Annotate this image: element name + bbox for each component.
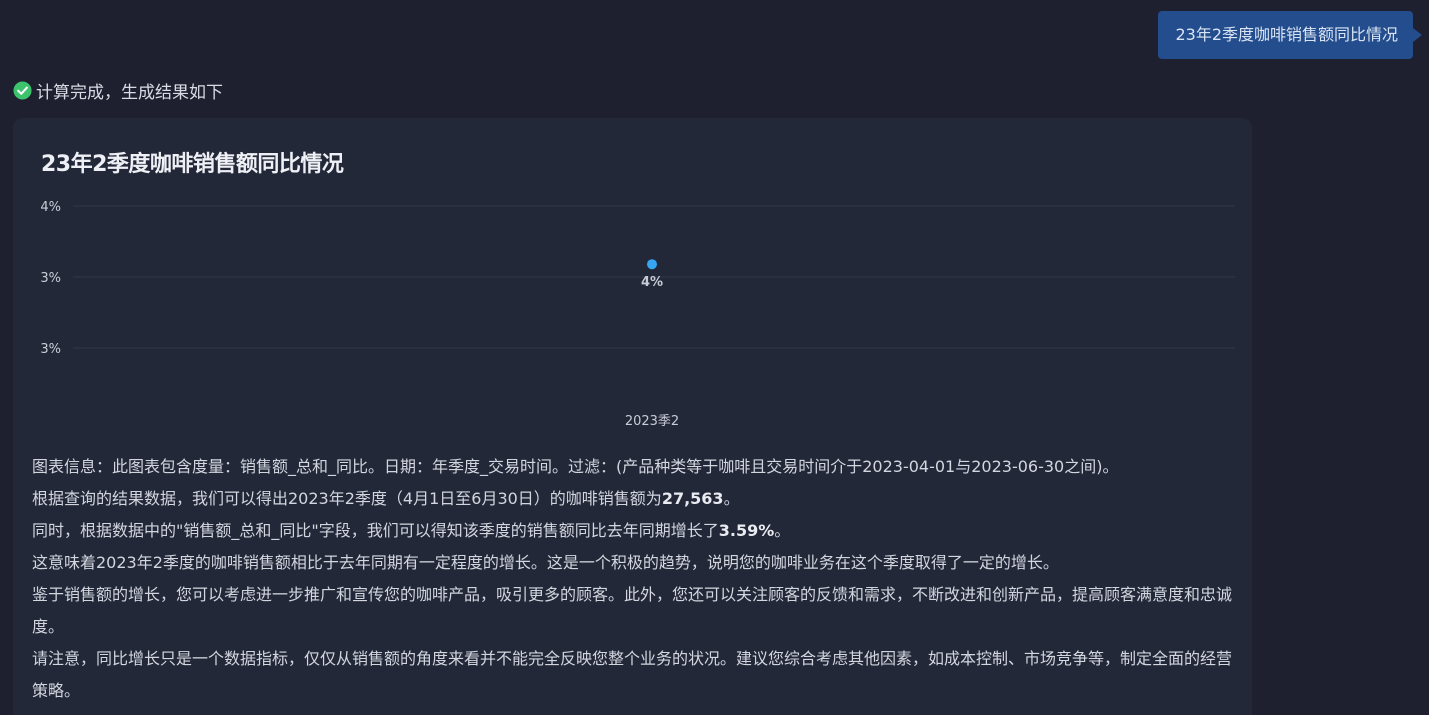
yoy-growth-value: 3.59% (718, 521, 775, 540)
sales-total-value: 27,563 (661, 489, 724, 508)
summary-suggestion: 鉴于销售额的增长，您可以考虑进一步推广和宣传您的咖啡产品，吸引更多的顾客。此外，… (32, 585, 1233, 636)
user-message-bubble: 23年2季度咖啡销售额同比情况 (1158, 11, 1422, 59)
x-tick-label: 2023季2 (625, 414, 679, 429)
result-card: 23年2季度咖啡销售额同比情况 3% 3% 4% 2023季2 4% 图表信息：此图表包… (13, 118, 1252, 715)
y-tick-label: 3% (40, 271, 61, 286)
chat-page: 23年2季度咖啡销售额同比情况 计算完成，生成结果如下 23年2季度咖啡销售额同… (0, 0, 1429, 715)
chart: 3% 3% 4% 2023季2 4% (40, 200, 1235, 429)
data-label: 4% (641, 275, 663, 290)
summary-chart-info: 图表信息：此图表包含度量：销售额_总和_同比。日期：年季度_交易时间。过滤：(产… (32, 457, 1119, 476)
y-tick-label: 3% (40, 342, 61, 357)
summary-meaning: 这意味着2023年2季度的咖啡销售额相比于去年同期有一定程度的增长。这是一个积极… (32, 553, 1059, 572)
summary-note: 请注意，同比增长只是一个数据指标，仅仅从销售额的角度来看并不能完全反映您整个业务… (32, 649, 1233, 700)
y-tick-label: 4% (40, 200, 61, 215)
status-line: 计算完成，生成结果如下 (13, 78, 223, 103)
status-text: 计算完成，生成结果如下 (36, 83, 223, 103)
data-point (647, 259, 657, 270)
check-circle-icon (13, 81, 32, 100)
chart-title: 23年2季度咖啡销售额同比情况 (41, 152, 344, 177)
analysis-summary: 图表信息：此图表包含度量：销售额_总和_同比。日期：年季度_交易时间。过滤：(产… (32, 451, 1232, 707)
summary-sales-value: 根据查询的结果数据，我们可以得出2023年2季度（4月1日至6月30日）的咖啡销… (32, 489, 740, 508)
summary-yoy-growth: 同时，根据数据中的"销售额_总和_同比"字段，我们可以得知该季度的销售额同比去年… (32, 521, 791, 540)
user-message-text: 23年2季度咖啡销售额同比情况 (1175, 25, 1398, 44)
